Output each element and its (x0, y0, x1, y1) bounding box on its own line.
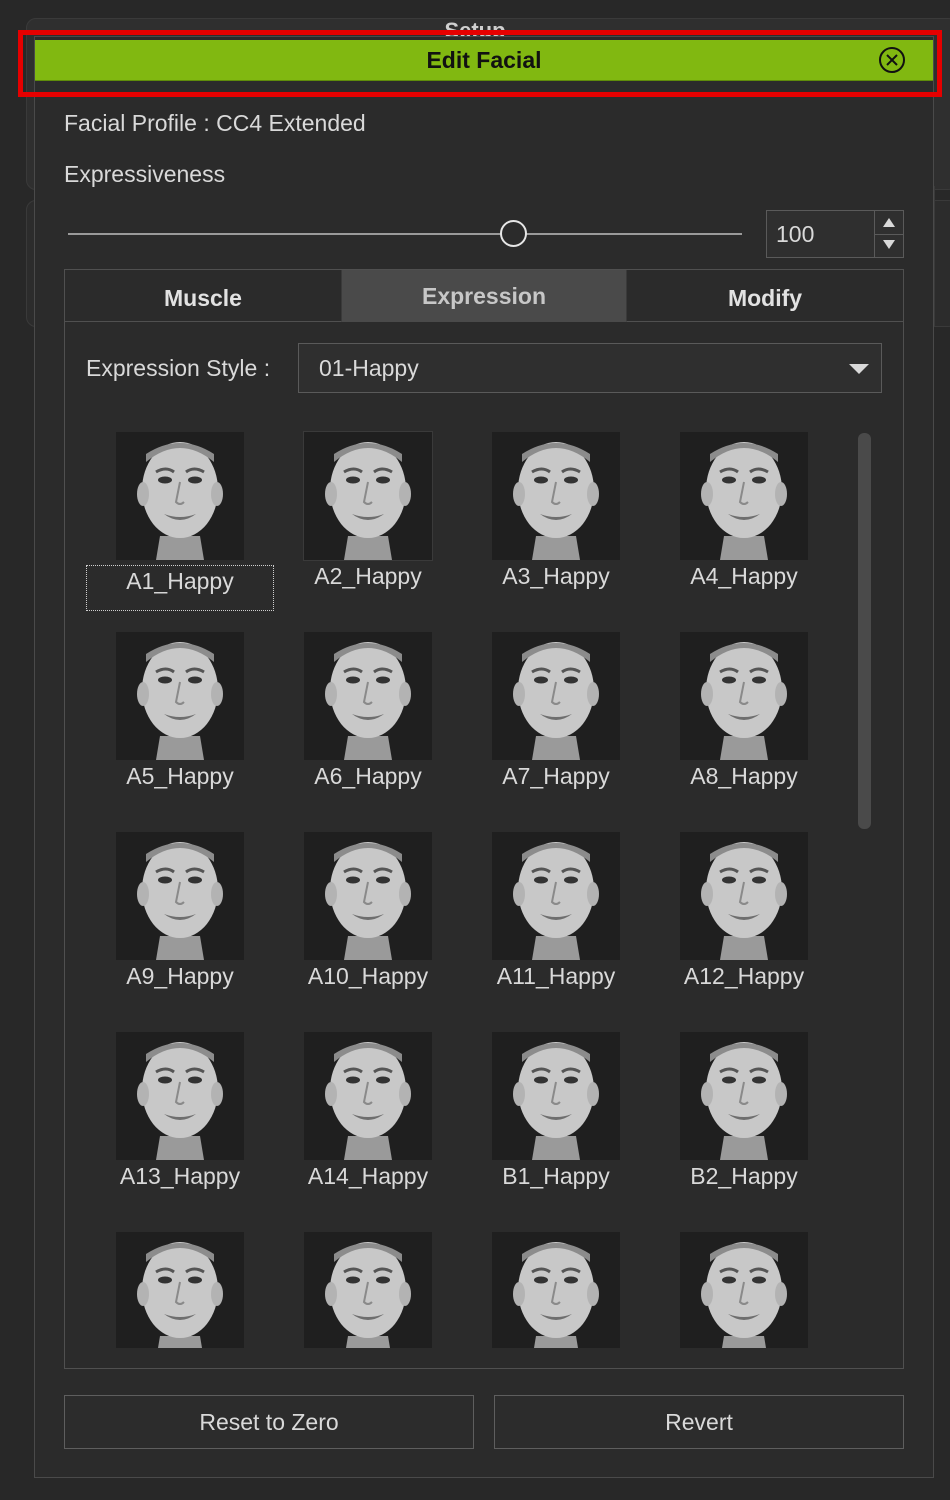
close-icon[interactable] (879, 47, 905, 73)
expression-name: A11_Happy (496, 963, 616, 989)
expression-style-value: 01-Happy (319, 355, 419, 381)
expression-item[interactable]: A3_Happy (462, 420, 650, 620)
expression-item[interactable]: A11_Happy (462, 820, 650, 1020)
spin-up-button[interactable] (875, 211, 903, 235)
face-thumbnail (116, 1032, 244, 1160)
expression-name: A10_Happy (307, 963, 429, 989)
expression-name: A5_Happy (126, 763, 234, 789)
expression-item[interactable]: A5_Happy (86, 620, 274, 820)
face-thumbnail (492, 1032, 620, 1160)
expressiveness-value[interactable]: 100 (776, 211, 814, 257)
expressiveness-label: Expressiveness (64, 161, 226, 187)
expression-item[interactable]: A10_Happy (274, 820, 462, 1020)
expression-item[interactable]: A13_Happy (86, 1020, 274, 1220)
face-thumbnail (304, 1232, 432, 1348)
face-thumbnail (680, 632, 808, 760)
dialog-title-bar[interactable]: Edit Facial (35, 40, 933, 81)
tab-expression[interactable]: Expression (342, 270, 626, 322)
expression-name: A9_Happy (126, 963, 234, 989)
expression-item[interactable] (86, 1220, 274, 1348)
expression-name: A14_Happy (307, 1163, 429, 1189)
face-thumbnail (492, 1232, 620, 1348)
tab-modify[interactable]: Modify (626, 270, 903, 322)
expression-item[interactable]: B1_Happy (462, 1020, 650, 1220)
face-thumbnail (680, 1032, 808, 1160)
background-panel-edge (934, 186, 950, 326)
tab-muscle[interactable]: Muscle (65, 270, 342, 322)
expression-item[interactable] (274, 1220, 462, 1348)
face-thumbnail (116, 632, 244, 760)
expression-name: A1_Happy (86, 565, 274, 611)
chevron-down-icon (849, 364, 869, 374)
expression-item[interactable]: A7_Happy (462, 620, 650, 820)
triangle-down-icon (883, 240, 895, 249)
expression-grid-scrollbar[interactable] (858, 433, 871, 829)
expression-name: A4_Happy (690, 563, 798, 589)
expression-item[interactable]: A9_Happy (86, 820, 274, 1020)
face-thumbnail (116, 432, 244, 560)
face-thumbnail (492, 432, 620, 560)
expression-name: A8_Happy (690, 763, 798, 789)
face-thumbnail (492, 832, 620, 960)
facial-profile-value: CC4 Extended (216, 110, 366, 136)
face-thumbnail (680, 1232, 808, 1348)
tab-bar: Muscle Expression Modify (65, 270, 903, 322)
face-thumbnail (304, 1032, 432, 1160)
dialog-title: Edit Facial (426, 47, 542, 73)
expression-item[interactable]: A12_Happy (650, 820, 838, 1020)
expression-name: A3_Happy (502, 563, 610, 589)
expression-item[interactable]: A8_Happy (650, 620, 838, 820)
expression-item[interactable]: A4_Happy (650, 420, 838, 620)
revert-button[interactable]: Revert (494, 1395, 904, 1449)
expression-name: A2_Happy (314, 563, 422, 589)
expression-style-dropdown[interactable]: 01-Happy (298, 343, 882, 393)
expression-grid: A1_Happy A2_Happy A3_Happy A4_Happy A5_Happy… (86, 420, 846, 1348)
expression-item[interactable]: A2_Happy (274, 420, 462, 620)
expression-item[interactable]: A1_Happy (86, 420, 274, 620)
expression-item[interactable]: A6_Happy (274, 620, 462, 820)
facial-profile-label: Facial Profile : (64, 110, 210, 136)
spin-buttons (874, 211, 903, 257)
expression-item[interactable] (650, 1220, 838, 1348)
spin-down-button[interactable] (875, 234, 903, 257)
facial-profile-row: Facial Profile : CC4 Extended (64, 110, 366, 137)
face-thumbnail (492, 632, 620, 760)
expression-item[interactable]: B2_Happy (650, 1020, 838, 1220)
face-thumbnail (116, 1232, 244, 1348)
expressiveness-spinbox[interactable]: 100 (766, 210, 904, 258)
triangle-up-icon (883, 218, 895, 227)
expression-item[interactable]: A14_Happy (274, 1020, 462, 1220)
face-thumbnail (304, 632, 432, 760)
expression-name: A7_Happy (502, 763, 610, 789)
expressiveness-slider-handle[interactable] (499, 220, 527, 247)
face-thumbnail (304, 832, 432, 960)
expressiveness-slider-track[interactable] (68, 233, 742, 235)
face-thumbnail (116, 832, 244, 960)
face-thumbnail (680, 432, 808, 560)
expression-name: A13_Happy (119, 1163, 241, 1189)
expression-style-label: Expression Style : (86, 355, 271, 381)
expression-name: A12_Happy (683, 963, 805, 989)
reset-to-zero-button[interactable]: Reset to Zero (64, 1395, 474, 1449)
expression-name: B2_Happy (690, 1163, 798, 1189)
expression-name: A6_Happy (314, 763, 422, 789)
face-thumbnail (303, 431, 433, 561)
expression-name: B1_Happy (502, 1163, 610, 1189)
face-thumbnail (680, 832, 808, 960)
expression-item[interactable] (462, 1220, 650, 1348)
